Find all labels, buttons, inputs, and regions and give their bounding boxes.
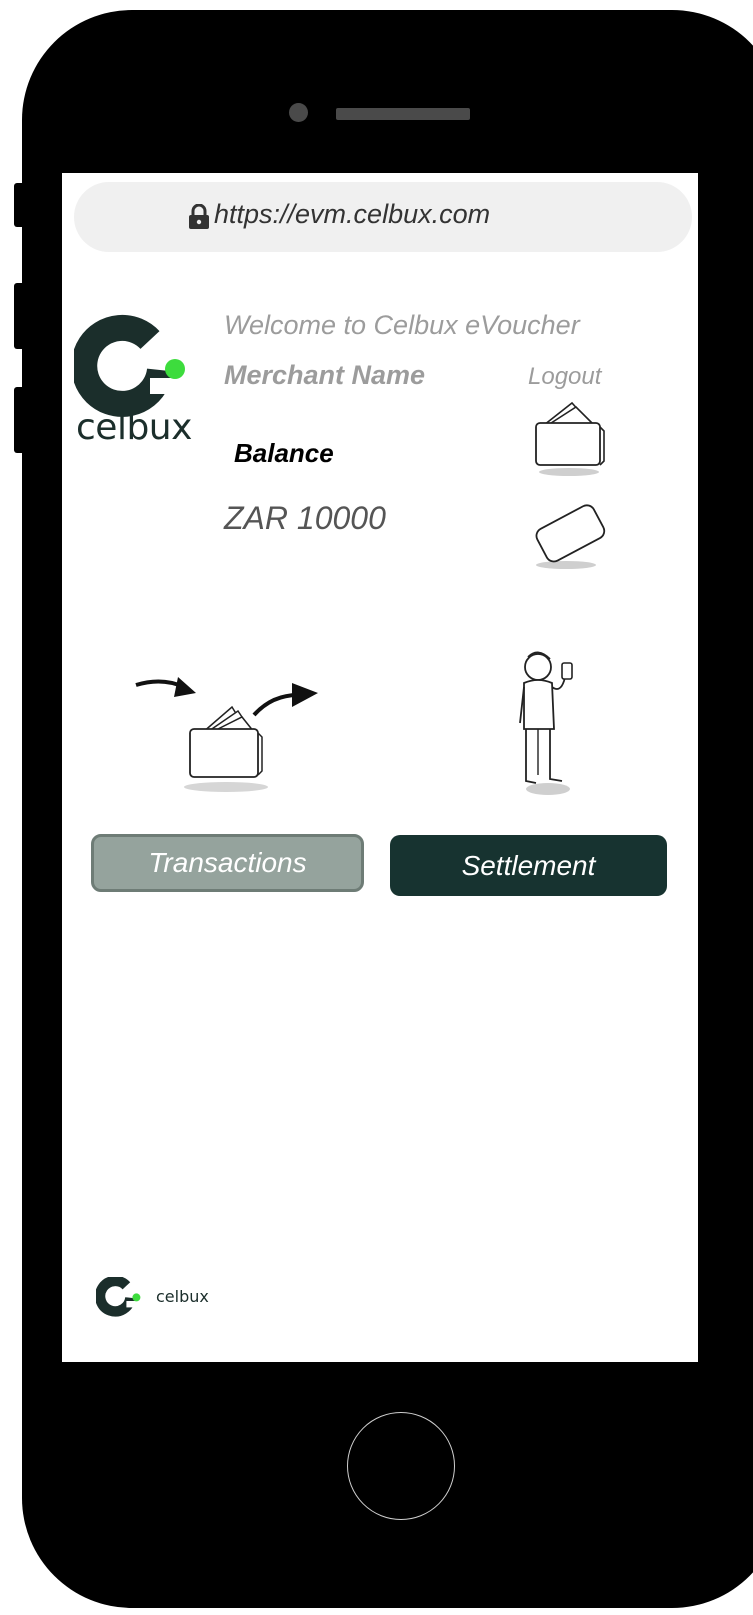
lock-icon — [189, 204, 209, 229]
transactions-illustration[interactable] — [132, 673, 332, 798]
home-button[interactable] — [347, 1412, 455, 1520]
merchant-name: Merchant Name — [224, 360, 426, 390]
welcome-text: Welcome to Celbux eVoucher — [224, 310, 580, 340]
footer-wordmark: celbux — [156, 1287, 209, 1306]
balance-value: ZAR 10000 — [224, 500, 386, 536]
earpiece-speaker — [336, 108, 470, 120]
wallet-icon[interactable] — [524, 395, 614, 480]
footer-logo-icon — [96, 1277, 141, 1317]
settlement-button[interactable]: Settlement — [390, 835, 667, 896]
transactions-button[interactable]: Transactions — [91, 834, 364, 892]
front-camera — [289, 103, 308, 122]
url-text: https://evm.celbux.com — [214, 199, 491, 229]
logout-link[interactable]: Logout — [528, 363, 601, 391]
phone-screen: https://evm.celbux.com celbux Welcome to… — [62, 173, 698, 1362]
person-phone-illustration[interactable] — [502, 643, 592, 803]
address-bar[interactable]: https://evm.celbux.com — [74, 182, 692, 252]
balance-label: Balance — [234, 438, 334, 468]
logo-wordmark: celbux — [76, 407, 192, 448]
card-icon[interactable] — [524, 498, 614, 573]
